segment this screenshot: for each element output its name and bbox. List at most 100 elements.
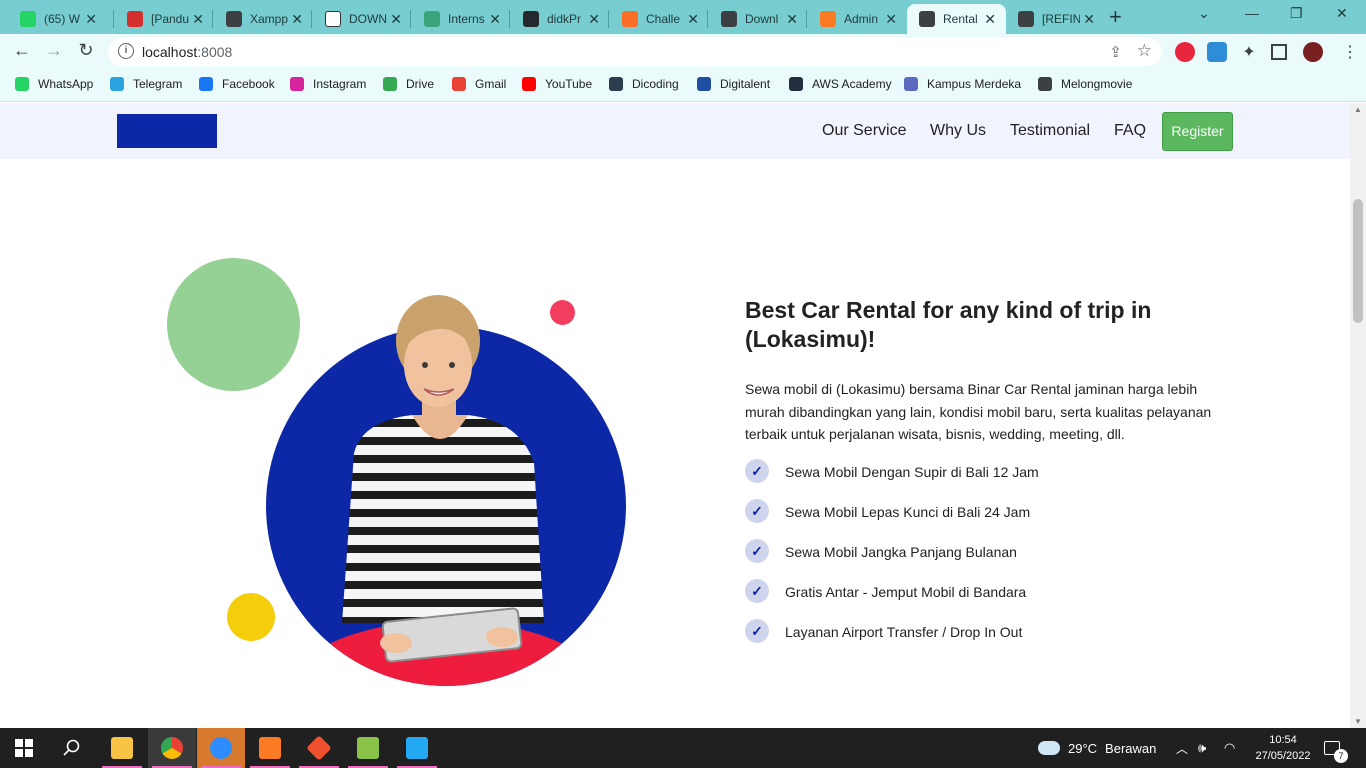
weather-temp: 29°C bbox=[1068, 740, 1098, 756]
feature-text: Sewa Mobil Lepas Kunci di Bali 24 Jam bbox=[785, 504, 1031, 520]
tab-close-icon[interactable]: ✕ bbox=[85, 11, 97, 27]
share-icon[interactable]: ⇪ bbox=[1109, 43, 1122, 61]
profile-avatar[interactable] bbox=[1303, 42, 1323, 62]
bookmark-item[interactable]: YouTube bbox=[522, 77, 592, 91]
tab-close-icon[interactable]: ✕ bbox=[786, 11, 798, 27]
menu-kebab-icon[interactable]: ⋮ bbox=[1340, 42, 1360, 62]
weather-widget[interactable]: 29°C Berawan bbox=[1038, 728, 1156, 768]
tab-title: [Pandu bbox=[151, 12, 189, 26]
extensions-puzzle-icon[interactable]: ✦ bbox=[1239, 42, 1259, 62]
browser-tab[interactable]: didkPr ✕ bbox=[511, 4, 610, 34]
bookmark-item[interactable]: Instagram bbox=[290, 77, 366, 91]
bookmark-label: YouTube bbox=[545, 77, 593, 91]
network-icon[interactable]: ◠ bbox=[1224, 728, 1235, 768]
taskbar-xampp[interactable] bbox=[246, 728, 294, 768]
tab-close-icon[interactable]: ✕ bbox=[984, 11, 996, 27]
browser-tab[interactable]: [Pandu ✕ bbox=[115, 4, 214, 34]
tab-separator bbox=[608, 10, 609, 28]
page-scrollbar[interactable]: ▲ ▼ bbox=[1350, 103, 1366, 728]
tab-close-icon[interactable]: ✕ bbox=[1083, 11, 1095, 27]
taskbar-file-explorer[interactable] bbox=[98, 728, 146, 768]
scroll-thumb[interactable] bbox=[1353, 199, 1363, 323]
bookmark-item[interactable]: Dicoding bbox=[609, 77, 679, 91]
bookmark-item[interactable]: Gmail bbox=[452, 77, 506, 91]
start-button[interactable] bbox=[0, 728, 48, 768]
gitlab-icon bbox=[622, 11, 638, 27]
bookmark-item[interactable]: Facebook bbox=[199, 77, 275, 91]
new-tab-button[interactable]: + bbox=[1109, 6, 1122, 28]
nav-link-our-service[interactable]: Our Service bbox=[822, 122, 906, 140]
github-icon bbox=[523, 11, 539, 27]
back-icon[interactable]: ← bbox=[10, 40, 34, 61]
browser-tab[interactable]: (65) W ✕ bbox=[8, 4, 107, 34]
side-panel-icon[interactable] bbox=[1271, 44, 1287, 60]
tab-close-icon[interactable]: ✕ bbox=[192, 11, 204, 27]
bookmark-favicon-icon bbox=[522, 77, 536, 91]
bookmark-label: Instagram bbox=[313, 77, 367, 91]
extension-lastpass-icon[interactable] bbox=[1175, 42, 1195, 62]
scroll-up-arrow-icon[interactable]: ▲ bbox=[1354, 105, 1362, 114]
browser-tab[interactable]: Rental ✕ bbox=[907, 4, 1006, 34]
bookmark-item[interactable]: AWS Academy bbox=[789, 77, 892, 91]
minimize-icon[interactable]: — bbox=[1245, 5, 1259, 21]
hero-section: Best Car Rental for any kind of trip in … bbox=[0, 159, 1350, 728]
browser-tab[interactable]: Xampp ✕ bbox=[214, 4, 313, 34]
check-icon: ✓ bbox=[745, 619, 769, 643]
taskbar-vscode[interactable] bbox=[393, 728, 441, 768]
tab-close-icon[interactable]: ✕ bbox=[588, 11, 600, 27]
bookmark-item[interactable]: Digitalent bbox=[697, 77, 770, 91]
bookmark-item[interactable]: WhatsApp bbox=[15, 77, 93, 91]
bookmark-favicon-icon bbox=[15, 77, 29, 91]
nav-link-why-us[interactable]: Why Us bbox=[930, 122, 986, 140]
tab-search-icon[interactable]: ⌄ bbox=[1198, 5, 1210, 22]
browser-tab[interactable]: Interns ✕ bbox=[412, 4, 511, 34]
bookmark-item[interactable]: Drive bbox=[383, 77, 434, 91]
close-window-icon[interactable]: ✕ bbox=[1336, 5, 1348, 22]
tray-chevron-icon[interactable]: ︿ bbox=[1176, 728, 1188, 768]
site-logo[interactable] bbox=[117, 114, 217, 148]
browser-tab[interactable]: Challe ✕ bbox=[610, 4, 709, 34]
browser-tab[interactable]: DOWN ✕ bbox=[313, 4, 412, 34]
search-button[interactable] bbox=[48, 728, 96, 768]
site-info-icon[interactable]: i bbox=[118, 43, 134, 59]
forward-icon[interactable]: → bbox=[42, 40, 66, 61]
tab-title: Downl bbox=[745, 12, 779, 26]
nav-link-testimonial[interactable]: Testimonial bbox=[1010, 122, 1090, 140]
bookmark-item[interactable]: Kampus Merdeka bbox=[904, 77, 1021, 91]
feature-item: ✓ Layanan Airport Transfer / Drop In Out bbox=[745, 619, 1265, 659]
bookmark-item[interactable]: Telegram bbox=[110, 77, 182, 91]
extension-screenshot-icon[interactable] bbox=[1207, 42, 1227, 62]
tab-close-icon[interactable]: ✕ bbox=[885, 11, 897, 27]
system-clock[interactable]: 10:54 27/05/2022 bbox=[1250, 732, 1316, 764]
notification-center[interactable]: 7 bbox=[1324, 728, 1348, 768]
reload-icon[interactable]: ↻ bbox=[74, 40, 98, 61]
tab-title: [REFIN bbox=[1042, 12, 1080, 26]
browser-tab[interactable]: Downl ✕ bbox=[709, 4, 808, 34]
tab-title: Rental bbox=[943, 12, 978, 26]
tab-close-icon[interactable]: ✕ bbox=[291, 11, 303, 27]
feature-text: Layanan Airport Transfer / Drop In Out bbox=[785, 624, 1023, 640]
restore-icon[interactable]: ❐ bbox=[1290, 5, 1303, 22]
bookmark-label: AWS Academy bbox=[812, 77, 892, 91]
taskbar-chrome[interactable] bbox=[148, 728, 196, 768]
taskbar-zoom[interactable] bbox=[197, 728, 245, 768]
volume-icon[interactable]: 🕪 bbox=[1198, 728, 1206, 768]
folder-icon bbox=[111, 737, 133, 759]
url-text[interactable]: localhost:8008 bbox=[142, 44, 232, 60]
hero-headline: Best Car Rental for any kind of trip in … bbox=[745, 297, 1152, 352]
address-bar[interactable]: i localhost:8008 ⇪ ☆ bbox=[108, 38, 1162, 66]
taskbar-git[interactable] bbox=[295, 728, 343, 768]
browser-tab[interactable]: Admin ✕ bbox=[808, 4, 907, 34]
tab-close-icon[interactable]: ✕ bbox=[489, 11, 501, 27]
bookmark-star-icon[interactable]: ☆ bbox=[1137, 41, 1152, 61]
nav-link-faq[interactable]: FAQ bbox=[1114, 122, 1146, 140]
tab-title: Admin bbox=[844, 12, 879, 26]
tab-close-icon[interactable]: ✕ bbox=[390, 11, 402, 27]
browser-tab[interactable]: [REFIN ✕ bbox=[1006, 4, 1105, 34]
bookmark-item[interactable]: Melongmovie bbox=[1038, 77, 1132, 91]
scroll-down-arrow-icon[interactable]: ▼ bbox=[1354, 717, 1362, 726]
tab-close-icon[interactable]: ✕ bbox=[687, 11, 699, 27]
tab-separator bbox=[410, 10, 411, 28]
taskbar-notepad[interactable] bbox=[344, 728, 392, 768]
register-button[interactable]: Register bbox=[1162, 112, 1233, 151]
